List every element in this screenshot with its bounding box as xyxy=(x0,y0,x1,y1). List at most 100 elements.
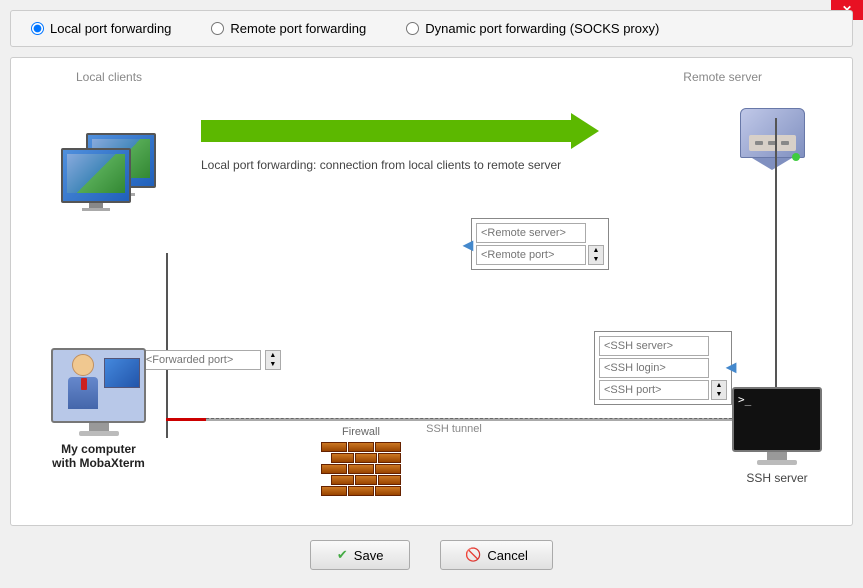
ssh-server-area: >_ SSH server xyxy=(732,387,822,485)
brick xyxy=(378,475,401,485)
brick xyxy=(331,453,354,463)
server-icon xyxy=(732,108,812,178)
my-computer-area: My computer with MobaXterm xyxy=(51,348,146,470)
server-slot-1 xyxy=(755,141,763,145)
brick-row-4 xyxy=(321,475,401,485)
remote-port-spin-down[interactable]: ▼ xyxy=(589,255,603,264)
label-remote-server: Remote server xyxy=(683,70,762,84)
fwd-port-spinner[interactable]: ▲ ▼ xyxy=(265,350,281,370)
ssh-port-spinner[interactable]: ▲ ▼ xyxy=(711,380,727,400)
server-disk xyxy=(749,135,796,151)
ssh-terminal-content: >_ xyxy=(734,389,820,410)
cancel-label: Cancel xyxy=(487,548,527,563)
green-arrow-head xyxy=(571,113,599,149)
description-text: Local port forwarding: connection from l… xyxy=(201,158,561,172)
ssh-login-field[interactable] xyxy=(599,358,709,378)
brick xyxy=(355,475,378,485)
cancel-button[interactable]: 🚫 Cancel xyxy=(440,540,553,570)
mypc-monitor xyxy=(51,348,146,423)
remote-server-inputs: ▲ ▼ xyxy=(471,218,609,270)
save-label: Save xyxy=(354,548,384,563)
ssh-port-spin-down[interactable]: ▼ xyxy=(712,390,726,399)
ssh-port-spin-up[interactable]: ▲ xyxy=(712,381,726,390)
mypc-stand xyxy=(89,423,109,431)
green-arrow xyxy=(201,113,601,149)
bottom-bar: ✔ Save 🚫 Cancel xyxy=(10,526,853,578)
ssh-port-input-row: ▲ ▼ xyxy=(599,380,727,400)
ssh-tunnel-line: SSH tunnel xyxy=(166,418,742,420)
radio-dynamic[interactable]: Dynamic port forwarding (SOCKS proxy) xyxy=(406,21,659,36)
brick xyxy=(348,464,374,474)
ssh-monitor-stand xyxy=(767,452,787,460)
small-monitor-body-2 xyxy=(61,148,131,203)
radio-bar: Local port forwarding Remote port forwar… xyxy=(10,10,853,47)
tunnel-line xyxy=(166,418,742,421)
green-arrow-body xyxy=(201,120,571,142)
ssh-monitor-base xyxy=(757,460,797,465)
v-line-left xyxy=(166,253,168,438)
cancel-icon: 🚫 xyxy=(465,547,481,563)
label-local-clients: Local clients xyxy=(76,70,142,84)
avatar-tie xyxy=(81,378,87,390)
brick xyxy=(355,453,378,463)
ssh-login-input-row xyxy=(599,358,727,378)
server-base-triangle xyxy=(752,158,792,170)
radio-remote-label: Remote port forwarding xyxy=(230,21,366,36)
remote-port-spin-up[interactable]: ▲ xyxy=(589,246,603,255)
blue-arrow-ssh: ◄ xyxy=(722,357,740,378)
firewall-area: Firewall xyxy=(321,426,401,497)
brick xyxy=(378,453,401,463)
radio-local-label: Local port forwarding xyxy=(50,21,171,36)
diagram-area: Local clients Remote server Local port f… xyxy=(10,57,853,526)
fwd-port-spin-down[interactable]: ▼ xyxy=(266,360,280,369)
brick-row-2 xyxy=(321,453,401,463)
ssh-monitor: >_ xyxy=(732,387,822,452)
main-container: Local port forwarding Remote port forwar… xyxy=(0,0,863,588)
avatar-person xyxy=(63,354,103,414)
mypc-small-screen xyxy=(104,358,140,388)
ssh-server-field[interactable] xyxy=(599,336,709,356)
small-monitor-screen-2 xyxy=(67,154,125,193)
firewall-label: Firewall xyxy=(342,426,380,438)
brick-row-5 xyxy=(321,486,401,496)
radio-dynamic-input[interactable] xyxy=(406,22,419,35)
radio-remote[interactable]: Remote port forwarding xyxy=(211,21,366,36)
brick xyxy=(348,442,374,452)
brick xyxy=(331,475,354,485)
fwd-port-spin-up[interactable]: ▲ xyxy=(266,351,280,360)
avatar-body xyxy=(68,377,98,409)
mypc-base xyxy=(79,431,119,436)
remote-server-input-row xyxy=(476,223,604,243)
remote-port-spinner[interactable]: ▲ ▼ xyxy=(588,245,604,265)
remote-port-input-row: ▲ ▼ xyxy=(476,245,604,265)
save-icon: ✔ xyxy=(337,547,348,563)
tunnel-red-part xyxy=(166,418,206,421)
brick-row-1 xyxy=(321,442,401,452)
radio-remote-input[interactable] xyxy=(211,22,224,35)
remote-server-field[interactable] xyxy=(476,223,586,243)
remote-server-icon-container xyxy=(732,108,812,178)
brick xyxy=(321,442,347,452)
tunnel-gray-part xyxy=(206,418,742,421)
brick xyxy=(375,464,401,474)
brick xyxy=(375,486,401,496)
firewall-wall xyxy=(321,442,401,497)
radio-local[interactable]: Local port forwarding xyxy=(31,21,171,36)
local-monitor-front xyxy=(61,148,131,211)
ssh-server-input-row xyxy=(599,336,727,356)
server-slot-3 xyxy=(781,141,789,145)
ssh-port-field[interactable] xyxy=(599,380,709,400)
brick xyxy=(321,486,347,496)
forwarded-port-field[interactable] xyxy=(141,350,261,370)
brick xyxy=(348,486,374,496)
ssh-server-label: SSH server xyxy=(746,471,807,485)
radio-dynamic-label: Dynamic port forwarding (SOCKS proxy) xyxy=(425,21,659,36)
ssh-server-inputs: ▲ ▼ xyxy=(594,331,732,405)
brick xyxy=(321,464,347,474)
server-body xyxy=(740,108,805,158)
radio-local-input[interactable] xyxy=(31,22,44,35)
save-button[interactable]: ✔ Save xyxy=(310,540,410,570)
terminal-prompt: >_ xyxy=(738,393,751,406)
avatar-head xyxy=(72,354,94,376)
remote-port-field[interactable] xyxy=(476,245,586,265)
